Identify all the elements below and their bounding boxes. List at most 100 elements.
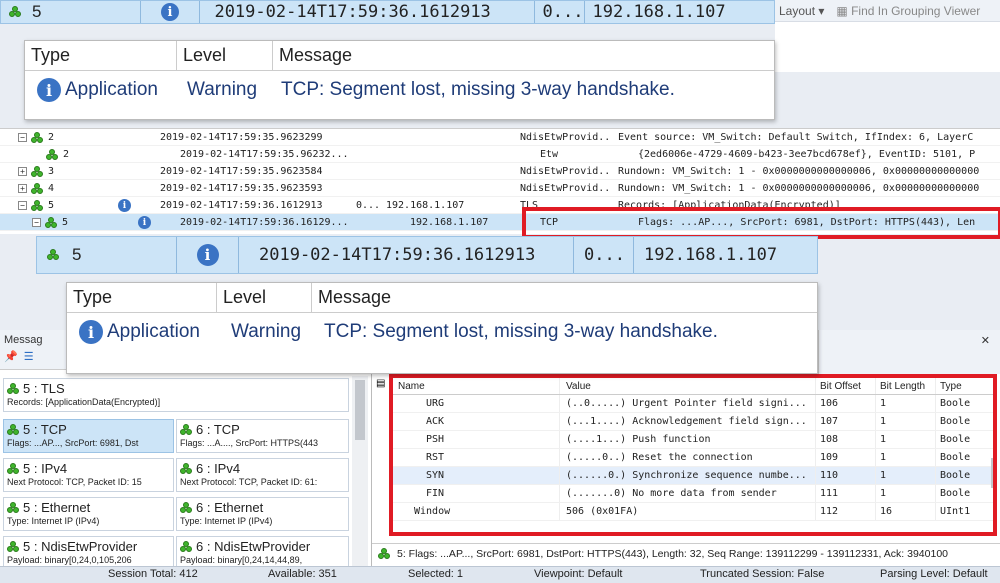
row-message: TCP: Segment lost, missing 3-way handsha… — [281, 79, 675, 100]
selected-count: Selected: 1 — [408, 568, 464, 580]
close-icon[interactable]: ✕ — [981, 334, 990, 347]
info-icon: i — [37, 78, 61, 102]
list-item[interactable]: 5 : TLS Records: [ApplicationData(Encryp… — [3, 378, 349, 412]
card-detail: Flags: ...AP..., SrcPort: 6981, Dst — [7, 438, 139, 448]
node-icon — [7, 540, 20, 553]
frame-id-cell: 5 — [1, 1, 141, 23]
node-icon — [7, 423, 20, 436]
node-icon — [180, 501, 193, 514]
node-icon — [180, 540, 193, 553]
info-icon: i — [118, 199, 131, 212]
frame-source: Etw — [540, 149, 559, 160]
list-item[interactable]: 6 : IPv4 Next Protocol: TCP, Packet ID: … — [176, 458, 349, 492]
frame-time: 2019-02-14T17:59:35.9623584 — [160, 166, 323, 177]
frame-id: 3 — [48, 166, 55, 177]
pin-icon[interactable]: 📌 — [4, 350, 18, 363]
frame-summary-bar: 5: Flags: ...AP..., SrcPort: 6981, DstPo… — [372, 543, 1000, 563]
table-row[interactable]: +3 2019-02-14T17:59:35.9623584 NdisEtwPr… — [0, 163, 1000, 180]
frame-truncated: 0... — [535, 1, 585, 23]
frame-time: 2019-02-14T17:59:35.9623299 — [160, 132, 323, 143]
card-title: 5 : TCP — [23, 422, 67, 437]
card-detail: Payload: binary[0,24,0,105,206 — [7, 555, 132, 565]
layout-menu[interactable]: Layout ▾ — [779, 4, 824, 18]
frame-id: 5 — [72, 245, 82, 264]
collapse-icon[interactable]: − — [18, 133, 27, 142]
header-level: Level — [177, 41, 273, 70]
frame-id: 5 — [48, 200, 55, 211]
card-detail: Records: [ApplicationData(Encrypted)] — [7, 397, 161, 407]
node-icon — [31, 182, 44, 195]
info-icon: i — [161, 3, 180, 21]
list-item[interactable]: 5 : NdisEtwProvider Payload: binary[0,24… — [3, 536, 174, 568]
tooltip-header: Type Level Message — [67, 283, 817, 313]
info-cell: i — [177, 237, 239, 273]
table-row[interactable]: 2 2019-02-14T17:59:35.96232... Etw {2ed6… — [0, 146, 1000, 163]
card-title: 5 : NdisEtwProvider — [23, 539, 138, 554]
frame-source: NdisEtwProvid... — [520, 183, 610, 194]
node-icon — [180, 462, 193, 475]
node-icon — [9, 6, 22, 18]
card-detail: Type: Internet IP (IPv4) — [7, 516, 100, 526]
list-item[interactable]: 6 : TCP Flags: ...A...., SrcPort: HTTPS(… — [176, 419, 349, 453]
frame-source: NdisEtwProvid... — [520, 166, 610, 177]
expand-icon[interactable]: + — [18, 167, 27, 176]
frame-time: 2019-02-14T17:59:35.9623593 — [160, 183, 323, 194]
card-title: 6 : IPv4 — [196, 461, 241, 476]
header-message: Message — [279, 45, 353, 65]
table-row[interactable]: − 2 2019-02-14T17:59:35.9623299 NdisEtwPr… — [0, 129, 1000, 146]
info-icon: i — [79, 320, 103, 344]
card-detail: Type: Internet IP (IPv4) — [180, 516, 273, 526]
card-detail: Flags: ...A...., SrcPort: HTTPS(443 — [180, 438, 319, 448]
frame-id: 2 — [63, 149, 70, 160]
list-item[interactable]: 5 : IPv4 Next Protocol: TCP, Packet ID: … — [3, 458, 174, 492]
row-level: Warning — [231, 321, 302, 342]
highlight-box-top — [522, 207, 1000, 239]
node-icon — [7, 382, 20, 395]
card-detail: Next Protocol: TCP, Packet ID: 61: — [180, 477, 318, 487]
frame-time: 2019-02-14T17:59:36.16129... — [180, 217, 349, 228]
frame-summary: Rundown: VM_Switch: 1 - 0x00000000000000… — [618, 183, 980, 194]
zoomed-frame-row-top[interactable]: 5 i 2019-02-14T17:59:36.1612913 0... 192… — [0, 0, 775, 24]
card-title: 5 : IPv4 — [23, 461, 68, 476]
list-item[interactable]: 6 : NdisEtwProvider Payload: binary[0,24… — [176, 536, 349, 568]
zoomed-frame-row-middle[interactable]: 5 i 2019-02-14T17:59:36.1612913 0... 192… — [36, 236, 818, 274]
cards-scrollbar[interactable] — [352, 376, 368, 568]
frame-id: 4 — [48, 183, 55, 194]
node-icon — [47, 249, 60, 261]
row-level: Warning — [187, 79, 258, 100]
table-row[interactable]: +4 2019-02-14T17:59:35.9623593 NdisEtwPr… — [0, 180, 1000, 197]
frame-id-cell: 5 — [37, 237, 177, 273]
info-icon: i — [138, 216, 151, 229]
truncated-session: Truncated Session: False — [700, 568, 825, 580]
node-icon — [46, 148, 59, 161]
header-message: Message — [318, 287, 392, 307]
expand-icon[interactable]: + — [18, 184, 27, 193]
find-in-grouping-viewer[interactable]: ▦ Find In Grouping Viewer — [836, 4, 980, 18]
frame-truncated: 0... — [574, 237, 634, 273]
list-item[interactable]: 5 : TCP Flags: ...AP..., SrcPort: 6981, … — [3, 419, 174, 453]
row-type: Application — [65, 79, 158, 100]
status-bar: Session Total: 412 Available: 351 Select… — [0, 566, 1000, 583]
list-item[interactable]: 6 : Ethernet Type: Internet IP (IPv4) — [176, 497, 349, 531]
card-title: 6 : TCP — [196, 422, 240, 437]
node-icon — [378, 547, 391, 560]
node-icon — [45, 216, 58, 229]
info-icon: i — [196, 244, 219, 266]
grid-icon: ▦ — [836, 3, 848, 18]
card-detail: Next Protocol: TCP, Packet ID: 15 — [7, 477, 142, 487]
right-pane-toolbar: ✕ — [818, 330, 1000, 374]
list-item[interactable]: 5 : Ethernet Type: Internet IP (IPv4) — [3, 497, 174, 531]
node-icon — [180, 423, 193, 436]
info-cell: i — [141, 1, 201, 23]
viewpoint: Viewpoint: Default — [534, 568, 623, 580]
frame-time: 2019-02-14T17:59:36.1612913 — [160, 200, 323, 211]
tooltip-row: i Application Warning TCP: Segment lost,… — [25, 71, 774, 109]
collapse-icon[interactable]: − — [32, 218, 41, 227]
header-type: Type — [25, 41, 177, 70]
card-title: 5 : TLS — [23, 381, 65, 396]
list-icon[interactable]: ☰ — [24, 350, 34, 363]
collapse-icon[interactable]: − — [18, 201, 27, 210]
frame-id: 2 — [48, 132, 55, 143]
scrollbar-thumb[interactable] — [355, 380, 365, 440]
frame-source: NdisEtwProvid... — [520, 132, 610, 143]
